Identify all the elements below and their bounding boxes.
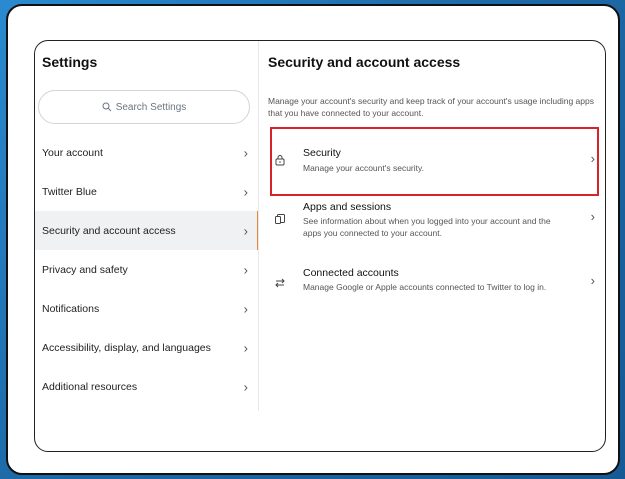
- option-connected-accounts[interactable]: Connected accounts Manage Google or Appl…: [259, 263, 605, 303]
- option-title: Apps and sessions: [303, 201, 392, 213]
- chevron-right-icon: ›: [243, 145, 248, 160]
- chevron-right-icon: ›: [243, 301, 248, 316]
- sidebar-item-label: Security and account access: [42, 224, 176, 237]
- option-title: Connected accounts: [303, 267, 399, 279]
- settings-nav: Your account › Twitter Blue › Security a…: [35, 133, 259, 406]
- sidebar-item-privacy-and-safety[interactable]: Privacy and safety ›: [35, 250, 258, 289]
- sidebar-item-label: Additional resources: [42, 380, 138, 393]
- settings-title: Settings: [42, 54, 98, 70]
- search-icon: [102, 102, 112, 112]
- swap-arrows-icon: [275, 278, 285, 288]
- sidebar-item-your-account[interactable]: Your account ›: [35, 133, 258, 172]
- chevron-right-icon: ›: [243, 262, 248, 277]
- chevron-right-icon: ›: [590, 273, 595, 288]
- chevron-right-icon: ›: [590, 209, 595, 224]
- search-input[interactable]: Search Settings: [38, 90, 250, 124]
- option-subtitle: Manage Google or Apple accounts connecte…: [303, 282, 547, 292]
- sidebar-item-additional-resources[interactable]: Additional resources ›: [35, 367, 258, 406]
- settings-sidebar: Settings Search Settings Your account › …: [35, 41, 259, 451]
- devices-icon: [275, 214, 285, 224]
- chevron-right-icon: ›: [243, 223, 248, 238]
- security-panel: Security and account access Manage your …: [259, 41, 605, 451]
- sidebar-item-label: Notifications: [42, 302, 100, 315]
- sidebar-item-security-and-account-access[interactable]: Security and account access ›: [35, 211, 259, 250]
- sidebar-item-notifications[interactable]: Notifications ›: [35, 289, 258, 328]
- sidebar-item-label: Twitter Blue: [42, 185, 97, 198]
- chevron-right-icon: ›: [243, 379, 248, 394]
- sidebar-item-twitter-blue[interactable]: Twitter Blue ›: [35, 172, 258, 211]
- settings-window: Settings Search Settings Your account › …: [34, 40, 606, 452]
- highlight-box: [270, 127, 599, 196]
- chevron-right-icon: ›: [243, 340, 248, 355]
- sidebar-item-label: Privacy and safety: [42, 263, 128, 276]
- sidebar-item-accessibility[interactable]: Accessibility, display, and languages ›: [35, 328, 258, 367]
- sidebar-item-label: Your account: [42, 146, 103, 159]
- page-title: Security and account access: [268, 54, 461, 70]
- sidebar-item-label: Accessibility, display, and languages: [42, 341, 211, 354]
- option-subtitle: See information about when you logged in…: [303, 216, 551, 238]
- option-apps-and-sessions[interactable]: Apps and sessions See information about …: [259, 199, 605, 251]
- page-description: Manage your account's security and keep …: [268, 96, 594, 118]
- chevron-right-icon: ›: [243, 184, 248, 199]
- search-placeholder: Search Settings: [115, 101, 187, 113]
